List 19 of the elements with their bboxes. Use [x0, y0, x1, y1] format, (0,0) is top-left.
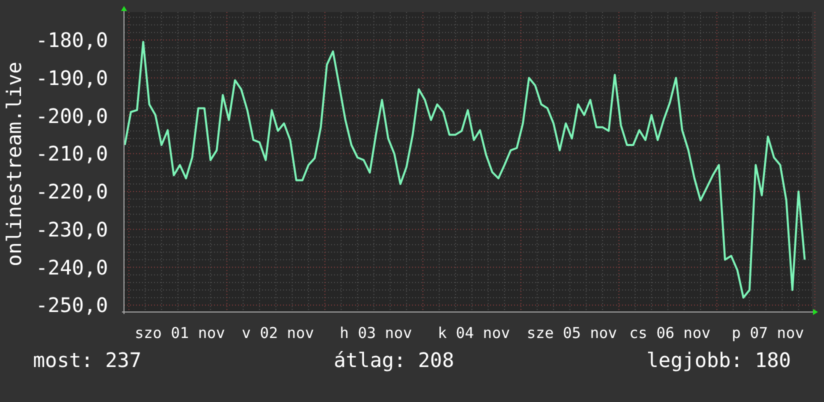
axis-label: p 07 nov: [732, 324, 804, 342]
axis-label: -210,0: [36, 142, 108, 166]
stat-text: átlag: 208: [334, 350, 454, 370]
axis-label: -250,0: [36, 293, 108, 318]
axis-title: onlinestream.live: [2, 62, 26, 266]
axis-label: h 03 nov: [340, 324, 412, 342]
axis-label: -200,0: [36, 104, 108, 128]
axis-label: -240,0: [36, 255, 108, 280]
axis-label: sze 05 nov: [526, 324, 618, 342]
axis-label: -190,0: [36, 66, 108, 90]
axis-label: v 02 nov: [242, 324, 314, 342]
axis-label: szo 01 nov: [134, 324, 226, 342]
axis-label: -180,0: [36, 28, 108, 52]
stat-text: most: 237: [33, 350, 142, 370]
axis-label: cs 06 nov: [629, 324, 711, 342]
axis-label: -230,0: [36, 217, 108, 242]
axis-label: k 04 nov: [438, 324, 510, 342]
stat-text: legjobb: 180: [646, 350, 791, 370]
axis-label: -220,0: [36, 180, 108, 204]
